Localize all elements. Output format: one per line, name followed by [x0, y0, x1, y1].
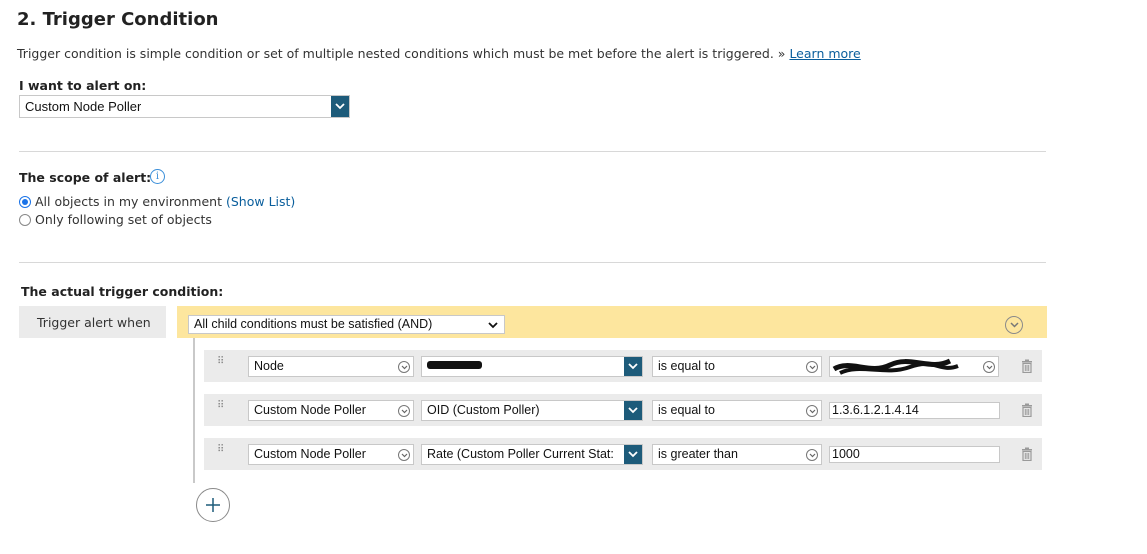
- drag-handle-icon[interactable]: ⠿: [217, 445, 225, 460]
- trash-icon[interactable]: [1021, 403, 1033, 417]
- redacted-mark: [427, 361, 482, 369]
- condition-value-text: 1000: [832, 447, 860, 461]
- condition-property-select[interactable]: Rate (Custom Poller Current Stat:: [421, 444, 643, 465]
- condition-operator-select[interactable]: is equal to: [652, 356, 822, 377]
- trash-icon[interactable]: [1021, 447, 1033, 461]
- trigger-when-box: Trigger alert when: [19, 306, 166, 338]
- chevron-down-circle-icon: [398, 361, 410, 373]
- chevron-down-circle-icon: [806, 449, 818, 461]
- section-description: Trigger condition is simple condition or…: [17, 46, 861, 61]
- condition-property-select[interactable]: [421, 356, 643, 377]
- radio-unselected-icon[interactable]: [19, 213, 31, 226]
- show-list-link[interactable]: (Show List): [226, 194, 295, 209]
- drag-handle-icon[interactable]: ⠿: [217, 357, 225, 372]
- condition-operator-value: is equal to: [658, 403, 715, 417]
- condition-operator-select[interactable]: is equal to: [652, 400, 822, 421]
- chevron-down-circle-icon: [983, 361, 995, 373]
- redacted-mark: [832, 358, 959, 375]
- chevron-down-icon: [624, 445, 642, 464]
- condition-value-input[interactable]: 1.3.6.1.2.1.4.14: [829, 402, 1000, 419]
- scope-option-following[interactable]: Only following set of objects: [19, 212, 212, 227]
- drag-handle-icon[interactable]: ⠿: [217, 401, 225, 416]
- condition-operator-select[interactable]: is greater than: [652, 444, 822, 465]
- info-icon[interactable]: i: [150, 169, 165, 184]
- scope-option-following-label: Only following set of objects: [35, 212, 212, 227]
- trash-icon[interactable]: [1021, 359, 1033, 373]
- learn-more-link[interactable]: Learn more: [789, 46, 860, 61]
- condition-property-value: Rate (Custom Poller Current Stat:: [427, 447, 614, 461]
- chevron-down-icon: [624, 357, 642, 376]
- alert-on-select[interactable]: Custom Node Poller: [19, 95, 350, 118]
- condition-value-input[interactable]: 1000: [829, 446, 1000, 463]
- tree-line: [193, 338, 195, 483]
- plus-circle-icon[interactable]: [196, 488, 230, 522]
- condition-value-text: 1.3.6.1.2.1.4.14: [832, 403, 919, 417]
- chevron-down-icon: [488, 322, 498, 329]
- chevron-down-circle-icon: [806, 405, 818, 417]
- chevron-down-circle-icon: [398, 449, 410, 461]
- radio-selected-icon[interactable]: [19, 195, 31, 208]
- scope-option-all-label: All objects in my environment: [35, 194, 222, 209]
- divider: [19, 262, 1046, 263]
- chevron-down-icon: [624, 401, 642, 420]
- condition-field-select[interactable]: Custom Node Poller: [248, 444, 414, 465]
- condition-field-value: Node: [254, 359, 284, 373]
- condition-field-value: Custom Node Poller: [254, 447, 366, 461]
- scope-option-all[interactable]: All objects in my environment (Show List…: [19, 194, 295, 209]
- condition-property-value: OID (Custom Poller): [427, 403, 540, 417]
- scope-label: The scope of alert:: [19, 170, 152, 185]
- condition-field-value: Custom Node Poller: [254, 403, 366, 417]
- logic-select[interactable]: All child conditions must be satisfied (…: [188, 315, 505, 334]
- section-title: 2. Trigger Condition: [17, 9, 219, 30]
- condition-property-select[interactable]: OID (Custom Poller): [421, 400, 643, 421]
- condition-operator-value: is greater than: [658, 447, 738, 461]
- description-text: Trigger condition is simple condition or…: [17, 46, 786, 61]
- trigger-when-label: Trigger alert when: [37, 315, 151, 330]
- logic-value: All child conditions must be satisfied (…: [194, 317, 433, 331]
- trigger-label: The actual trigger condition:: [21, 284, 224, 299]
- condition-operator-value: is equal to: [658, 359, 715, 373]
- condition-field-select[interactable]: Node: [248, 356, 414, 377]
- chevron-down-circle-icon: [806, 361, 818, 373]
- chevron-down-icon: [331, 96, 349, 117]
- alert-on-value: Custom Node Poller: [25, 99, 142, 114]
- condition-value-select[interactable]: [829, 356, 999, 377]
- divider: [19, 151, 1046, 152]
- chevron-down-circle-icon[interactable]: [1005, 316, 1023, 334]
- chevron-down-circle-icon: [398, 405, 410, 417]
- alert-on-label: I want to alert on:: [19, 78, 147, 93]
- condition-field-select[interactable]: Custom Node Poller: [248, 400, 414, 421]
